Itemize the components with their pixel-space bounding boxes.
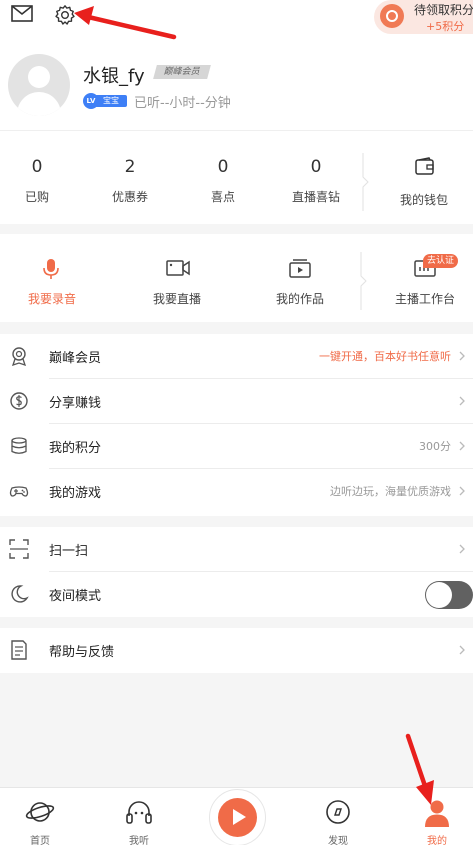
tab-home-label: 首页 — [30, 836, 50, 845]
chevron-right-icon — [459, 351, 465, 361]
username: 水银_fy — [83, 66, 145, 87]
avatar[interactable] — [8, 54, 70, 116]
listen-time: 已听--小时--分钟 — [134, 96, 231, 111]
chevron-right-icon — [459, 441, 465, 451]
stat-xidian-count: 0 — [217, 157, 229, 177]
my-works-icon — [289, 259, 311, 278]
menu-row-share-earn[interactable]: 分享赚钱 — [0, 379, 473, 424]
stat-coupons[interactable]: 2 优惠券 — [85, 131, 175, 205]
compass-icon — [326, 800, 350, 824]
pending-points-amount: +5积分 — [426, 20, 465, 33]
moon-icon — [11, 585, 29, 603]
settings-gear-icon[interactable] — [54, 4, 76, 26]
stat-live-diamonds-count: 0 — [310, 157, 322, 177]
anchor-workbench-label: 主播工作台 — [394, 292, 455, 306]
vip-tag: 巅峰会员 — [153, 65, 211, 79]
pending-points-title: 待领取积分 — [414, 3, 473, 17]
menu-my-points-title: 我的积分 — [49, 441, 102, 456]
video-camera-icon — [166, 260, 190, 276]
pending-points-pill[interactable]: 待领取积分 +5积分 — [374, 0, 473, 34]
go-live-label: 我要直播 — [152, 292, 201, 306]
profile-header[interactable]: 水银_fy 巅峰会员 宝宝 LV 已听--小时--分钟 — [0, 38, 473, 130]
tab-discover-label: 发现 — [328, 836, 348, 845]
menu-row-night-mode: 夜间模式 — [0, 572, 473, 617]
stat-purchased-label: 已购 — [24, 190, 49, 204]
level-icon: LV — [83, 93, 99, 109]
tab-mine[interactable]: 我的 — [397, 788, 473, 845]
chevron-right-icon — [459, 486, 465, 496]
menu-group-tools: 扫一扫 夜间模式 — [0, 527, 473, 617]
stat-xidian-label: 喜点 — [210, 190, 235, 204]
stat-coupons-label: 优惠券 — [111, 190, 148, 204]
stat-purchased-count: 0 — [31, 157, 43, 177]
tab-discover[interactable]: 发现 — [298, 788, 378, 845]
stat-live-diamonds-label: 直播喜钻 — [291, 190, 340, 204]
level-badge: 宝宝 LV — [83, 93, 127, 109]
menu-vip-title: 巅峰会员 — [49, 351, 102, 366]
planet-icon — [25, 802, 55, 822]
menu-row-help-feedback[interactable]: 帮助与反馈 — [0, 628, 473, 673]
menu-my-games-promo: 边听边玩，海量优质游戏 — [330, 485, 451, 498]
stat-coupons-count: 2 — [124, 157, 136, 177]
menu-my-games-title: 我的游戏 — [49, 486, 102, 501]
tab-home[interactable]: 首页 — [0, 788, 80, 845]
menu-row-vip[interactable]: 巅峰会员 一键开通，百本好书任意听 — [0, 334, 473, 379]
help-doc-icon — [11, 640, 27, 660]
stat-purchased[interactable]: 0 已购 — [0, 131, 82, 205]
stat-xidian[interactable]: 0 喜点 — [178, 131, 268, 205]
microphone-icon — [43, 259, 59, 279]
tab-my-listening-label: 我听 — [129, 836, 149, 845]
menu-share-earn-title: 分享赚钱 — [49, 396, 102, 411]
level-badge-label: 宝宝 — [95, 95, 127, 107]
chevron-right-icon — [459, 396, 465, 406]
mail-icon[interactable] — [11, 5, 33, 22]
stat-live-diamonds[interactable]: 0 直播喜钻 — [271, 131, 361, 205]
menu-scan-title: 扫一扫 — [49, 544, 89, 559]
menu-vip-promo: 一键开通，百本好书任意听 — [319, 350, 451, 363]
tab-mine-label: 我的 — [427, 836, 447, 845]
top-bar: 待领取积分 +5积分 — [0, 0, 473, 38]
creator-tools: 我要录音 我要直播 我的作品 主播工作台 去认证 — [0, 234, 473, 322]
center-play-wrapper — [209, 789, 266, 845]
scan-icon — [9, 539, 29, 559]
menu-my-points-value: 300分 — [419, 440, 451, 453]
menu-group-account: 巅峰会员 一键开通，百本好书任意听 分享赚钱 我的积分 300分 我的游戏 边听… — [0, 334, 473, 516]
divider-chevron — [362, 153, 369, 211]
certify-badge[interactable]: 去认证 — [423, 254, 459, 268]
play-button[interactable] — [218, 798, 257, 837]
chevron-right-icon — [459, 645, 465, 655]
menu-row-my-games[interactable]: 我的游戏 边听边玩，海量优质游戏 — [0, 469, 473, 514]
tools-divider-chevron — [360, 252, 367, 310]
menu-group-help: 帮助与反馈 — [0, 628, 473, 673]
wallet-icon — [415, 157, 434, 175]
stats-bar: 0 已购 2 优惠券 0 喜点 0 直播喜钻 我的钱包 — [0, 130, 473, 224]
menu-row-scan[interactable]: 扫一扫 — [0, 527, 473, 572]
night-mode-toggle-knob — [426, 582, 452, 608]
person-icon — [425, 800, 449, 827]
points-stack-icon — [11, 437, 27, 454]
share-money-icon — [10, 392, 28, 410]
points-coin-icon — [380, 4, 404, 28]
my-works-label: 我的作品 — [275, 292, 324, 306]
headphones-icon — [126, 801, 152, 824]
vip-badge-icon — [11, 347, 27, 366]
night-mode-toggle[interactable] — [425, 581, 473, 609]
tab-my-listening[interactable]: 我听 — [99, 788, 179, 845]
chevron-right-icon — [459, 544, 465, 554]
gamepad-icon — [9, 486, 29, 497]
record-audio-label: 我要录音 — [27, 292, 76, 306]
menu-row-my-points[interactable]: 我的积分 300分 — [0, 424, 473, 469]
menu-night-mode-title: 夜间模式 — [49, 589, 102, 604]
menu-help-feedback-title: 帮助与反馈 — [49, 645, 115, 660]
my-wallet-label: 我的钱包 — [399, 193, 448, 207]
